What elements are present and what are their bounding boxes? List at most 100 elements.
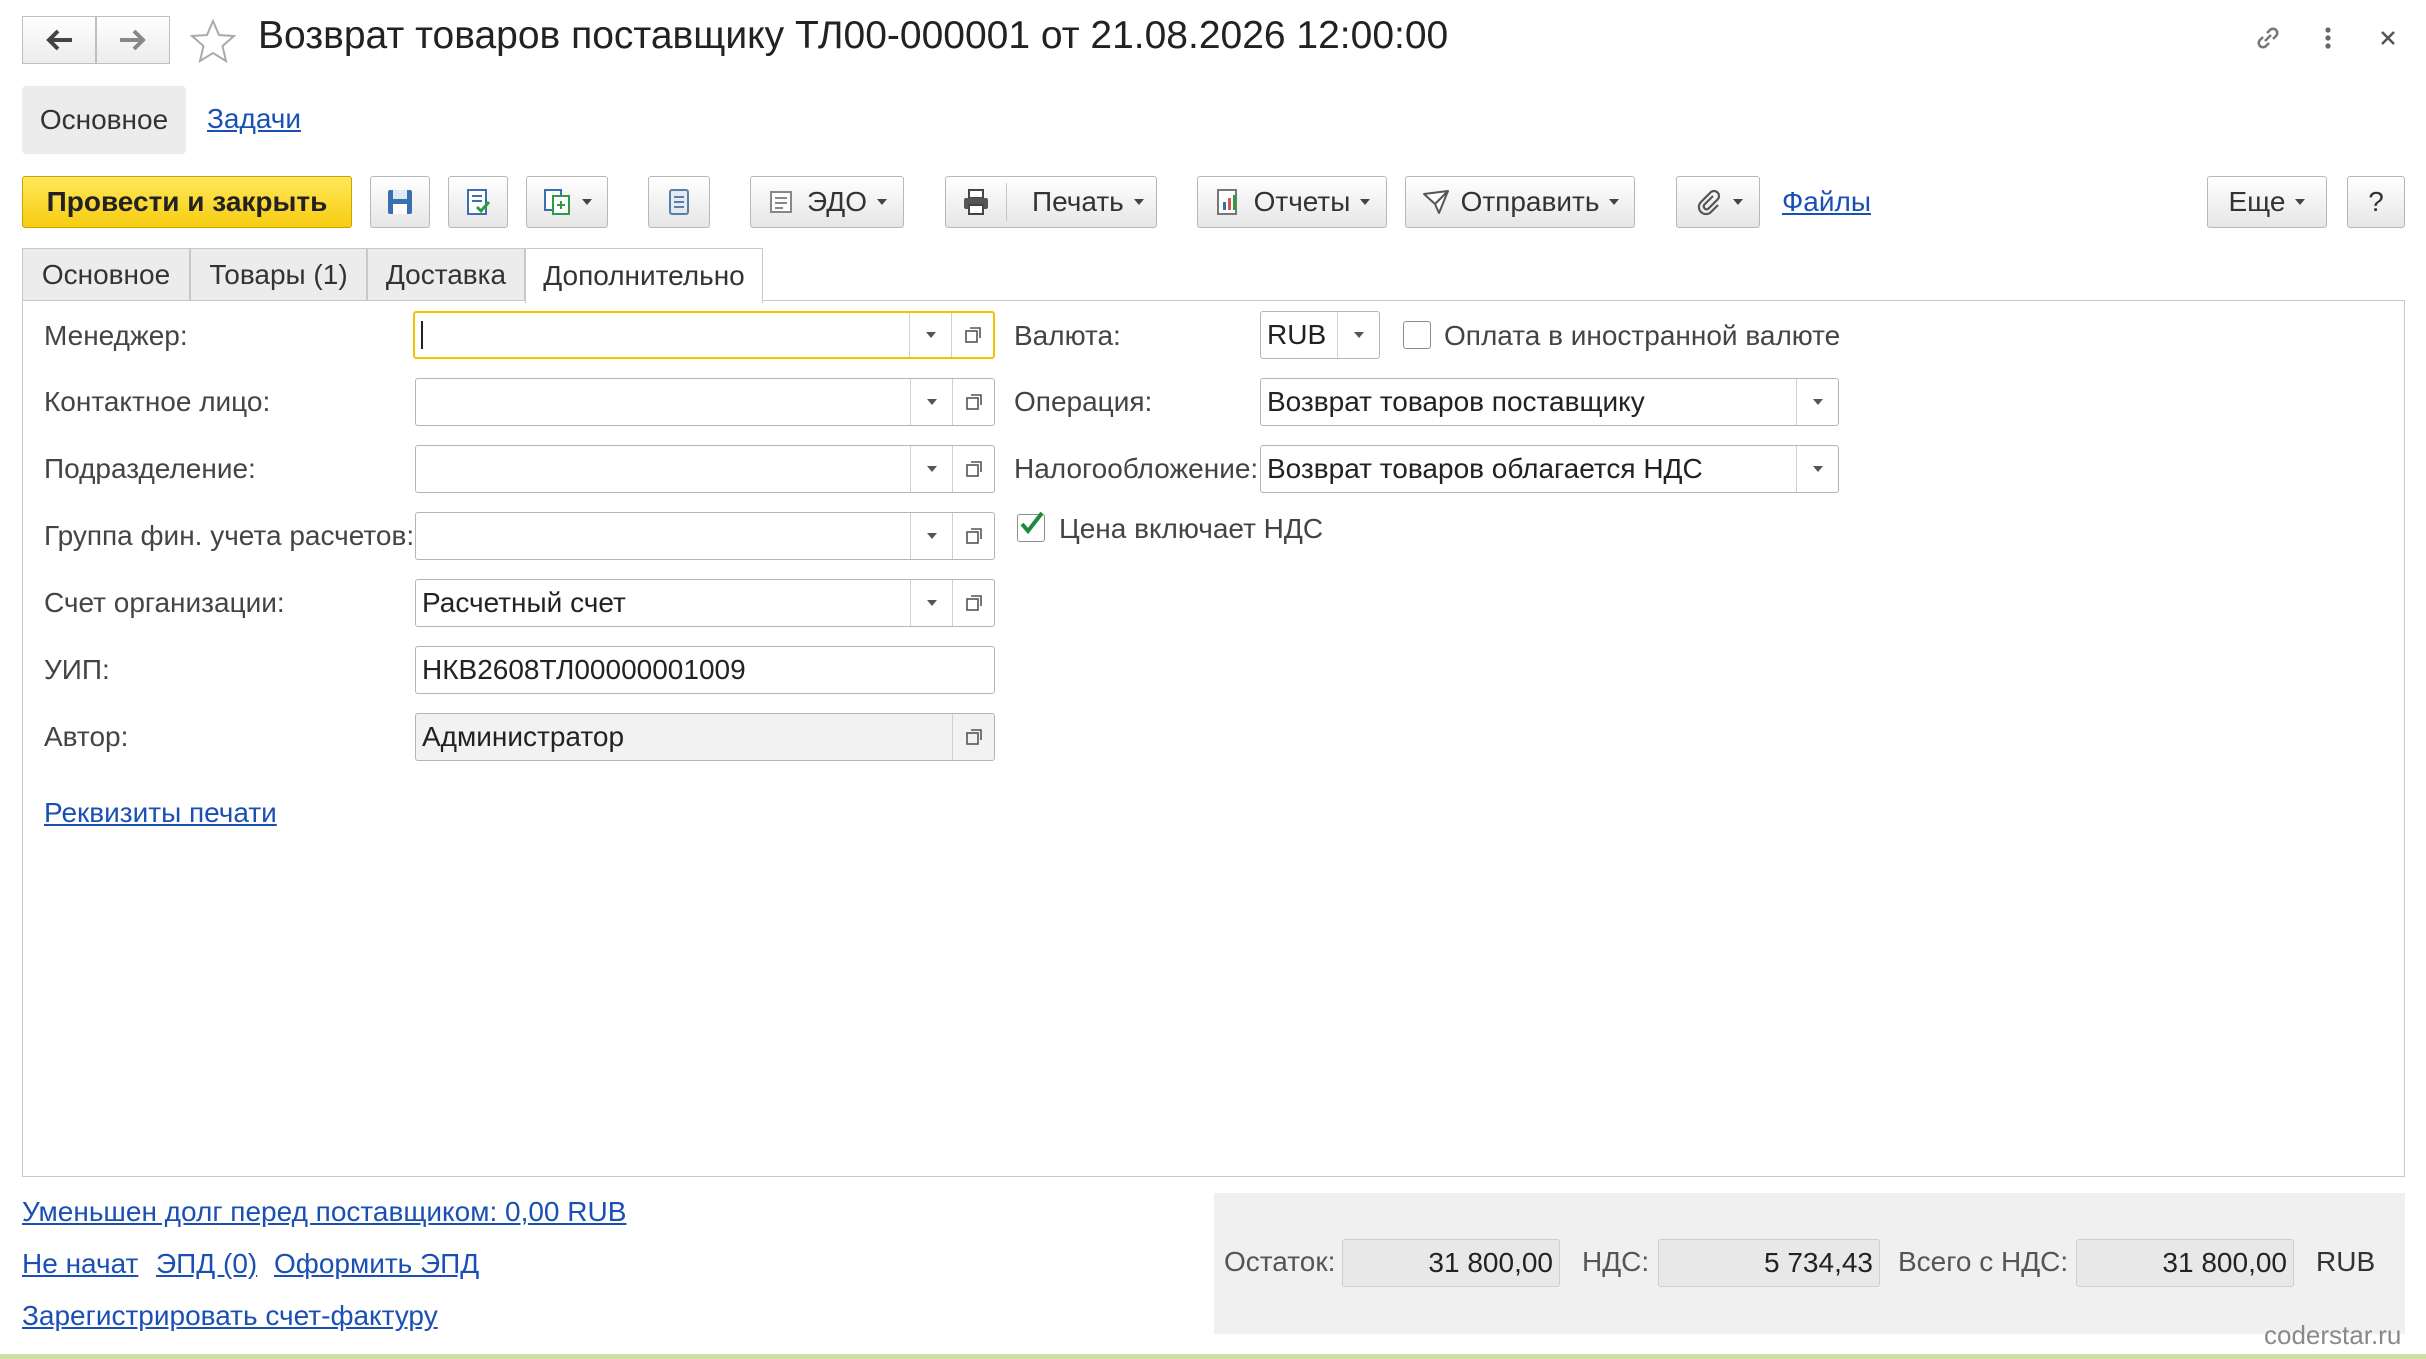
fin-group-field[interactable] [415,512,995,560]
checkmark-icon [1020,511,1044,535]
contact-person-field[interactable] [415,378,995,426]
more-label: Еще [2228,186,2286,217]
status-link[interactable]: Не начат [22,1248,138,1280]
balance-value: 31 800,00 [1342,1239,1560,1287]
tab-goods[interactable]: Товары (1) [190,248,367,300]
watermark: coderstar.ru [2264,1320,2402,1350]
operation-field[interactable]: Возврат товаров поставщику [1260,378,1839,426]
create-based-on-button[interactable] [526,176,608,228]
chevron-down-icon [926,399,937,405]
dropdown-button[interactable] [1337,312,1379,358]
dropdown-button[interactable] [910,379,952,425]
epd-link[interactable]: ЭПД (0) [156,1248,257,1280]
vat-value: 5 734,43 [1658,1239,1880,1287]
reports-icon [1216,189,1237,215]
chevron-down-icon [1360,199,1371,205]
chevron-down-icon [1812,466,1823,472]
fin-group-label: Группа фин. учета расчетов: [44,520,415,551]
chevron-down-icon [1733,199,1743,205]
section-tab-tasks[interactable]: Задачи [207,103,301,135]
post-button[interactable] [448,176,508,228]
org-account-label: Счет организации: [44,587,285,618]
back-button[interactable] [22,16,96,64]
tab-main[interactable]: Основное [22,248,190,300]
dropdown-button[interactable] [1796,446,1838,492]
open-button[interactable] [952,714,994,760]
print-requisites-link[interactable]: Реквизиты печати [44,797,277,829]
chevron-down-icon [1812,399,1823,405]
link-icon[interactable] [2248,18,2288,58]
section-tab-main[interactable]: Основное [22,86,186,154]
close-icon[interactable] [2368,18,2408,58]
department-field[interactable] [415,445,995,493]
save-button[interactable] [370,176,430,228]
supplier-debt-link[interactable]: Уменьшен долг перед поставщиком: 0,00 RU… [22,1196,626,1228]
manager-field[interactable] [413,311,995,359]
edo-button[interactable]: ЭДО [750,176,904,228]
reports-button[interactable]: Отчеты [1197,176,1387,228]
uip-label: УИП: [44,654,110,685]
more-menu-icon[interactable] [2308,18,2348,58]
taxation-label: Налогообложение: [1014,453,1259,484]
create-based-icon [544,189,570,215]
files-link[interactable]: Файлы [1782,186,1871,218]
edo-label: ЭДО [807,186,867,217]
open-button[interactable] [952,379,994,425]
taxation-field[interactable]: Возврат товаров облагается НДС [1260,445,1839,493]
make-epd-link[interactable]: Оформить ЭПД [274,1248,479,1280]
totals-panel: Остаток: 31 800,00 НДС: 5 734,43 Всего с… [1214,1193,2405,1334]
open-button[interactable] [952,580,994,626]
foreign-currency-checkbox[interactable] [1403,321,1431,349]
dropdown-button[interactable] [910,580,952,626]
uip-field[interactable]: НКВ2608ТЛ00000001009 [415,646,995,694]
currency-code: RUB [2316,1246,2376,1277]
open-button[interactable] [952,446,994,492]
dropdown-button[interactable] [910,513,952,559]
total-label: Всего с НДС: [1898,1246,2069,1277]
tab-panel [22,300,2405,1177]
currency-field[interactable]: RUB [1260,311,1380,359]
document-journal-button[interactable] [648,176,710,228]
send-plane-icon [1422,190,1449,214]
chevron-down-icon [1133,199,1144,205]
document-title: Возврат товаров поставщику ТЛ00-000001 о… [258,14,1449,57]
author-field[interactable]: Администратор [415,713,995,761]
vat-label: НДС: [1582,1246,1650,1277]
list-journal-icon [669,189,689,215]
floppy-disk-icon [388,190,412,214]
tab-additional[interactable]: Дополнительно [525,248,763,303]
open-form-icon [965,595,982,611]
open-button[interactable] [951,313,993,357]
more-button[interactable]: Еще [2207,176,2327,228]
help-button[interactable]: ? [2347,176,2405,228]
register-invoice-link[interactable]: Зарегистрировать счет-фактуру [22,1300,438,1332]
print-button[interactable]: Печать [945,176,1157,228]
department-label: Подразделение: [44,453,256,484]
tab-delivery[interactable]: Доставка [367,248,525,300]
send-button[interactable]: Отправить [1405,176,1635,228]
arrow-left-icon [46,29,72,51]
author-label: Автор: [44,721,129,752]
dropdown-button[interactable] [909,313,951,357]
dropdown-button[interactable] [1796,379,1838,425]
dropdown-button[interactable] [910,446,952,492]
total-value: 31 800,00 [2076,1239,2294,1287]
chevron-down-icon [925,332,936,338]
open-form-icon [965,528,982,544]
send-label: Отправить [1460,186,1600,217]
post-and-close-button[interactable]: Провести и закрыть [22,176,352,228]
attach-button[interactable] [1676,176,1760,228]
org-account-field[interactable]: Расчетный счет [415,579,995,627]
arrow-right-icon [120,29,146,51]
forward-button[interactable] [96,16,170,64]
chevron-down-icon [2295,199,2306,205]
open-button[interactable] [952,513,994,559]
contact-person-label: Контактное лицо: [44,386,271,417]
balance-label: Остаток: [1224,1246,1336,1277]
price-includes-vat-checkbox[interactable] [1017,511,1045,542]
currency-label: Валюта: [1014,320,1121,351]
printer-icon [964,189,988,215]
reports-label: Отчеты [1253,186,1351,217]
favorite-star-icon[interactable] [189,18,237,64]
open-form-icon [965,394,982,410]
